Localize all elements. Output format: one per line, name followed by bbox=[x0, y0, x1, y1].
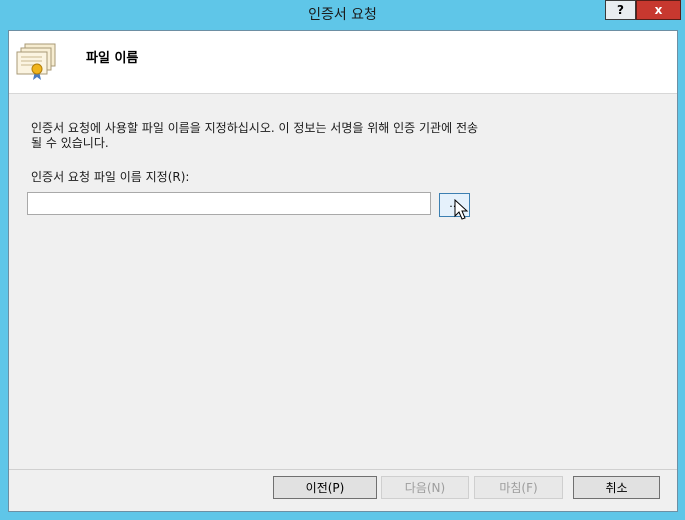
close-button[interactable]: x bbox=[636, 0, 681, 20]
description-line-2: 될 수 있습니다. bbox=[31, 136, 109, 150]
cancel-button[interactable]: 취소 bbox=[573, 476, 660, 499]
previous-button[interactable]: 이전(P) bbox=[273, 476, 377, 499]
file-name-label: 인증서 요청 파일 이름 지정(R): bbox=[31, 170, 190, 184]
dialog-client: 파일 이름 인증서 요청에 사용할 파일 이름을 지정하십시오. 이 정보는 서… bbox=[8, 30, 678, 512]
description-text: 인증서 요청에 사용할 파일 이름을 지정하십시오. 이 정보는 서명을 위해 … bbox=[31, 121, 531, 151]
certificate-icon bbox=[16, 43, 56, 80]
page-title: 파일 이름 bbox=[86, 51, 139, 66]
help-button[interactable]: ? bbox=[605, 0, 636, 20]
file-name-input[interactable] bbox=[27, 192, 431, 215]
next-button[interactable]: 다음(N) bbox=[381, 476, 469, 499]
footer-separator bbox=[9, 469, 677, 470]
mouse-cursor-icon bbox=[454, 199, 469, 220]
finish-button[interactable]: 마침(F) bbox=[474, 476, 563, 499]
window-title: 인증서 요청 bbox=[308, 7, 377, 23]
wizard-header: 파일 이름 bbox=[9, 31, 677, 94]
title-bar: 인증서 요청 ? x bbox=[0, 0, 685, 30]
description-line-1: 인증서 요청에 사용할 파일 이름을 지정하십시오. 이 정보는 서명을 위해 … bbox=[31, 121, 479, 135]
